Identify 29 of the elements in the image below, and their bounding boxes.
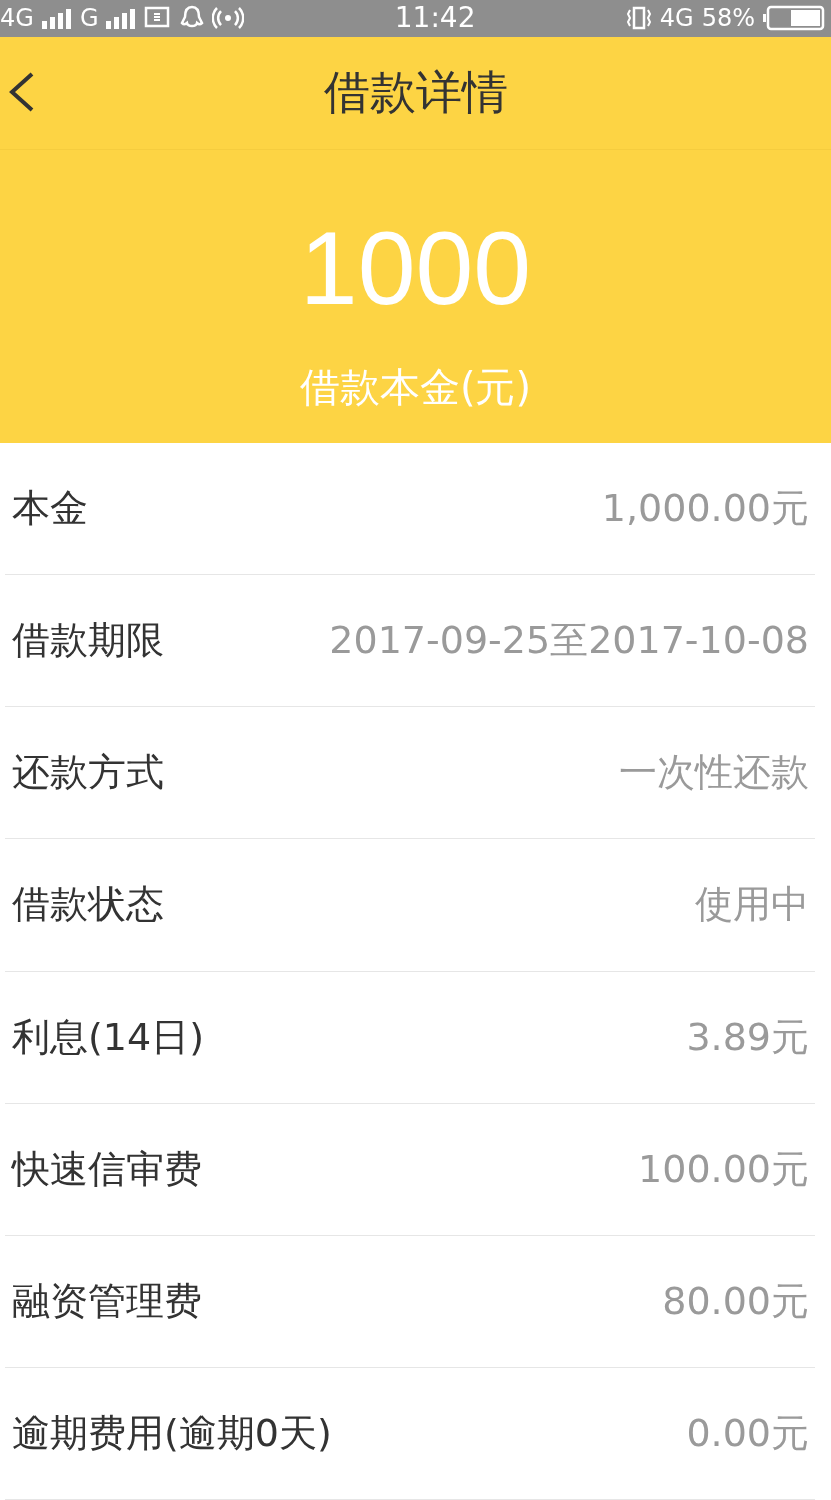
network-type: G: [79, 6, 99, 31]
amount-caption: 借款本金(元): [299, 363, 532, 412]
signal-icon: [106, 7, 137, 30]
row-value: 一次性还款: [619, 749, 809, 797]
row-label: 借款期限: [12, 617, 164, 665]
row-value: 100.00元: [638, 1145, 809, 1193]
row-label: 逾期费用(逾期0天): [12, 1409, 332, 1457]
row-value: 2017-09-25至2017-10-08: [329, 617, 809, 665]
battery-percentage: 58%: [701, 6, 755, 31]
row-value: 1,000.00元: [601, 485, 809, 533]
hotspot-icon: [212, 7, 245, 30]
row-label: 还款方式: [12, 749, 164, 797]
network-type: 4G: [659, 6, 694, 31]
status-time: 11:42: [394, 4, 476, 33]
row-label: 快速信审费: [12, 1145, 202, 1193]
network-type: 4G: [0, 6, 34, 31]
signal-icon: [41, 7, 72, 30]
row-label: 利息(14日): [12, 1013, 204, 1061]
battery-icon: [763, 5, 825, 32]
row-label: 融资管理费: [12, 1277, 202, 1325]
vibrate-icon: [625, 5, 652, 32]
row-value: 3.89元: [686, 1013, 809, 1061]
row-value: 0.00元: [686, 1409, 809, 1457]
row-value: 80.00元: [662, 1277, 809, 1325]
page-title: 借款详情: [323, 63, 508, 121]
row-label: 本金: [12, 485, 88, 533]
row-value: 使用中: [695, 881, 809, 929]
loan-amount: 1000: [299, 216, 532, 320]
row-label: 借款状态: [12, 881, 164, 929]
